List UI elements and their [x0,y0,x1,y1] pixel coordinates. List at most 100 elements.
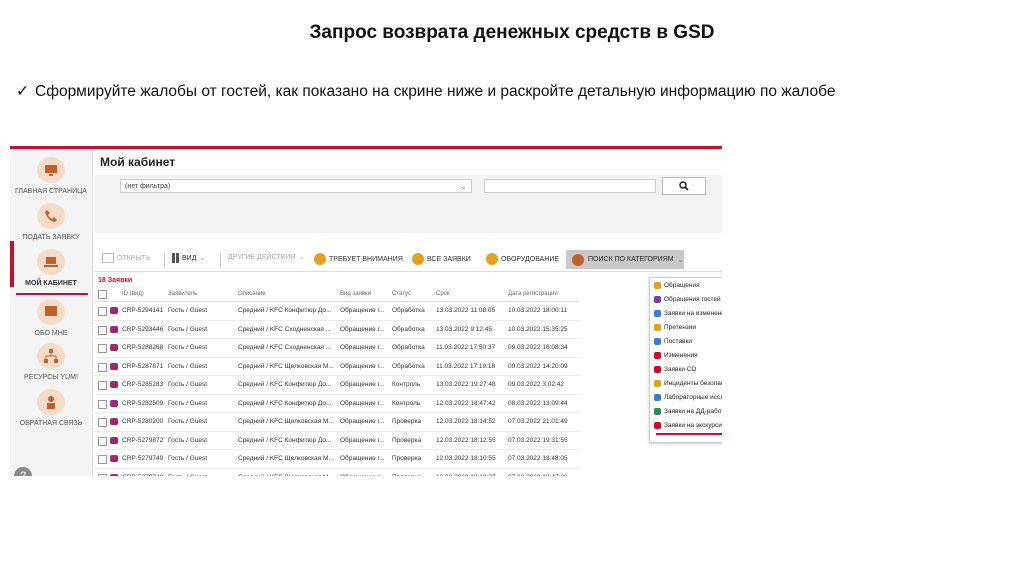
view-button[interactable]: ВИД ⌄ [172,253,205,263]
request-type-icon [110,381,118,388]
laptop-icon [37,249,65,275]
attention-label: ТРЕБУЕТ ВНИМАНИЯ [329,255,403,263]
open-button[interactable]: ОТКРЫТЬ [102,253,151,263]
category-item-icon [654,379,661,387]
category-search-button[interactable]: ПОИСК ПО КАТЕГОРИЯМ ⌄ [566,250,684,269]
cell-description: Средний / KFC Щелковская М... [238,455,334,462]
cell-description: Средний / KFC Конфитюр До... [238,436,332,444]
row-checkbox[interactable] [98,362,107,372]
cell-type: Обращение г... [340,418,385,425]
table-row[interactable]: CRP-5280200 Гость / Guest Средний / KFC Ще… [94,413,580,432]
open-label: ОТКРЫТЬ [117,254,151,262]
category-item[interactable]: Претензии [650,320,722,334]
chevron-down-icon: ⌄ [677,256,684,264]
column-header-registered[interactable]: Дата регистрации [508,291,558,297]
row-checkbox[interactable] [98,399,107,409]
column-header-deadline[interactable]: Срок [436,291,450,297]
table-row[interactable]: CRP-5294141 Гость / Guest Средний / KFC Ко… [94,302,580,321]
requests-table: ID (вид) Заявитель Описание Вид заявки С… [94,287,580,476]
sidebar-item-resources[interactable]: РЕСУРСЫ YUM! [10,343,92,382]
sidebar-item-submit[interactable]: ПОДАТЬ ЗАЯВКУ [10,203,92,242]
table-row[interactable]: CRP-5279748Гость / GuestСредний / KFC Ще… [94,469,580,477]
row-checkbox[interactable] [98,344,107,353]
sidebar-item-about[interactable]: ОБО МНЕ [10,299,92,338]
category-item[interactable]: Заявки на экскурсию [650,418,722,432]
column-header-id[interactable]: ID (вид) [122,291,144,297]
other-actions-button[interactable]: ДРУГИЕ ДЕЙСТВИЯ ⌄ [228,253,304,262]
sidebar-item-label: ОБО МНЕ [34,330,68,337]
request-type-icon [110,325,118,333]
equipment-button[interactable]: ОБОРУДОВАНИЕ [486,253,559,265]
table-row[interactable]: CRP-5288268 Гость / Guest Средний / KFC Сх… [94,339,580,358]
sidebar-item-feedback[interactable]: ОБРАТНАЯ СВЯЗЬ [10,389,92,428]
column-header-applicant[interactable]: Заявитель [168,291,197,297]
sidebar-item-home[interactable]: ГЛАВНАЯ СТРАНИЦА [10,157,92,196]
cell-status: Контроль [392,381,421,388]
cell-description: Средний / KFC Сходненская ... [238,325,332,333]
sidebar-item-my-cabinet[interactable]: МОЙ КАБИНЕТ [10,249,92,288]
cell-status: Обработка [392,362,425,370]
help-icon[interactable]: ? [14,467,32,476]
request-type-icon [110,473,118,476]
table-row[interactable]: CRP-5293446 Гость / Guest Средний / KFC Сх… [94,321,580,339]
cell-type: Обращение г... [340,325,385,333]
category-item[interactable]: Заявки на ДД-работы [650,404,722,418]
all-requests-button[interactable]: ВСЕ ЗАЯВКИ [412,253,471,265]
table-row[interactable]: CRP-5287871 Гость / Guest Средний / KFC Ще… [94,358,580,376]
category-item[interactable]: Обращения [650,278,722,292]
highlight-underline [656,433,722,435]
category-item[interactable]: Изменения [650,348,722,362]
request-type-icon [110,399,118,407]
category-item[interactable]: Поставки [650,334,722,348]
cell-applicant: Гость / Guest [168,381,208,388]
row-checkbox[interactable] [98,325,107,335]
table-row[interactable]: CRP-5282509 Гость / Guest Средний / KFC Ко… [94,395,580,413]
search-input[interactable] [484,179,656,193]
filter-select[interactable]: (нет фильтра) ⌄ [120,179,472,193]
category-item[interactable]: Заявки СО [650,362,722,376]
table-row[interactable]: CRP-5279872 Гость / Guest Средний / KFC Ко… [94,432,580,450]
column-header-status[interactable]: Статус [392,291,411,297]
all-requests-label: ВСЕ ЗАЯВКИ [427,255,471,263]
cell-deadline: 12.03.2022 18:47:42 [436,399,496,407]
column-header-type[interactable]: Вид заявки [340,291,371,297]
equipment-icon [486,253,498,265]
open-icon [102,253,114,263]
row-checkbox[interactable] [98,418,107,427]
search-button[interactable] [662,177,706,195]
category-item[interactable]: Заявки на изменение [650,306,722,320]
cell-applicant: Гость / Guest [168,436,208,444]
category-item-label: Обращения гостей [664,295,721,303]
category-item-icon [654,337,661,345]
row-checkbox[interactable] [98,455,107,464]
row-checkbox[interactable] [98,436,107,446]
category-item-label: Заявки СО [664,365,697,373]
attention-button[interactable]: ТРЕБУЕТ ВНИМАНИЯ [314,253,403,265]
cell-type: Обращение г... [340,474,390,477]
all-requests-icon [412,253,424,265]
person-icon [37,389,65,415]
other-actions-label: ДРУГИЕ ДЕЙСТВИЯ [228,253,296,261]
category-item-label: Заявки на экскурсию [664,421,722,429]
table-row[interactable]: CRP-5285283 Гость / Guest Средний / KFC Ко… [94,376,580,395]
view-icon [172,253,175,263]
category-item[interactable]: Лабораторные исследования [650,390,722,404]
row-checkbox[interactable] [98,307,107,316]
slide-title: Запрос возврата денежных средств в GSD [309,22,715,43]
request-type-icon [110,418,118,425]
category-item[interactable]: Инциденты безопасности [650,376,722,390]
row-checkbox[interactable] [98,473,107,476]
phone-icon [37,203,65,229]
category-item-label: Поставки [664,337,692,345]
category-item[interactable]: Обращения гостей [650,292,722,306]
table-row[interactable]: CRP-5279749 Гость / Guest Средний / KFC Ще… [94,450,580,469]
row-checkbox[interactable] [98,381,107,390]
select-all-checkbox[interactable] [98,290,107,299]
cell-registered: 08.03.2022 13:09:44 [508,399,568,407]
main-content: Мой кабинет (нет фильтра) ⌄ ОТКРЫТЬ ВИД … [94,149,722,476]
filter-select-value: (нет фильтра) [125,183,171,190]
screen-icon [37,299,65,325]
cell-status: Обработка [392,307,425,314]
column-header-description[interactable]: Описание [238,291,266,297]
cell-status: Контроль [392,399,421,407]
